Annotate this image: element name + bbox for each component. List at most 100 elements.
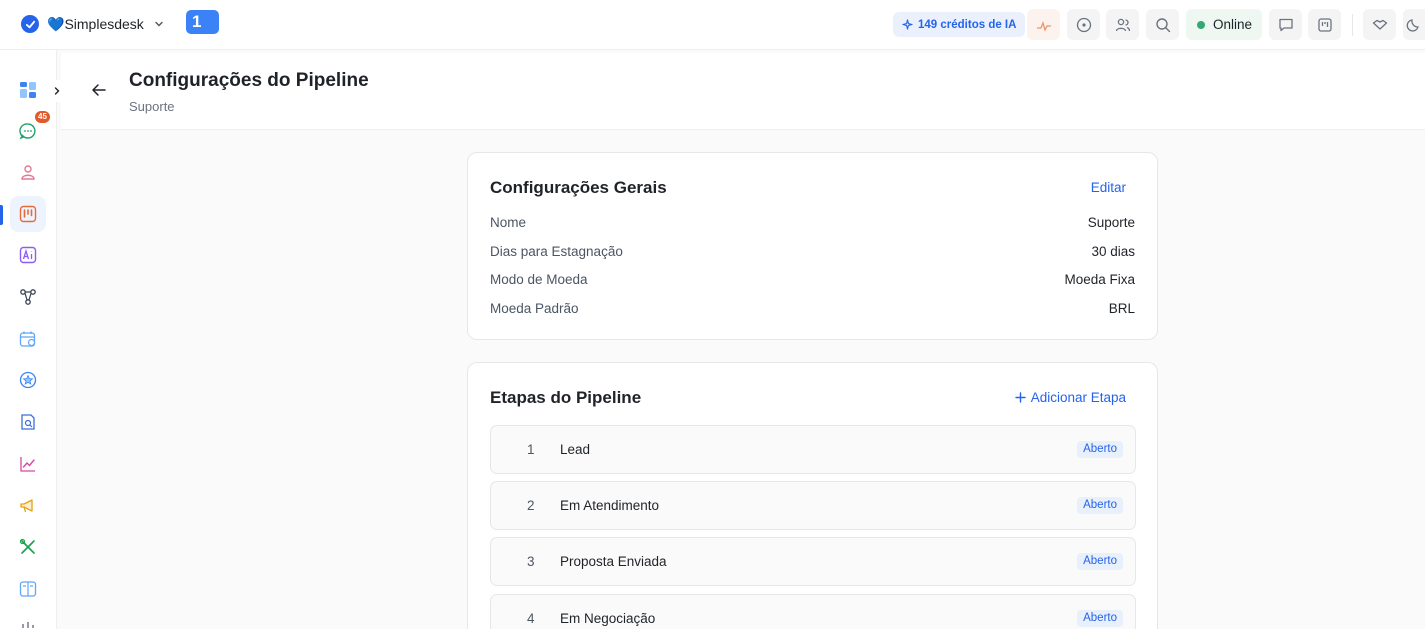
online-status-toggle[interactable]: Online (1186, 9, 1262, 40)
search-icon (1155, 17, 1170, 32)
stage-name: Em Negociação (560, 611, 656, 626)
stage-status-badge: Aberto (1077, 553, 1123, 570)
search-button[interactable] (1146, 9, 1179, 40)
handshake-icon (1372, 19, 1387, 30)
active-indicator (0, 205, 3, 225)
chevron-right-icon (54, 87, 60, 95)
stage-status-badge: Aberto (1077, 497, 1123, 514)
pulse-icon (1036, 20, 1051, 32)
stage-row[interactable]: 1 Lead Aberto (490, 425, 1136, 474)
kanban-icon (19, 205, 37, 223)
sidebar-item-analytics[interactable] (10, 446, 46, 482)
page-title: Configurações do Pipeline (129, 70, 369, 91)
sidebar: 45 (0, 50, 57, 629)
online-dot-icon (1197, 20, 1205, 29)
setting-value: Moeda Fixa (1064, 272, 1135, 287)
moon-icon (1406, 18, 1419, 32)
campaigns-icon (20, 499, 33, 513)
pipeline-stages-title: Etapas do Pipeline (490, 388, 642, 407)
general-settings-card: Configurações Gerais Editar Nome Suporte… (467, 152, 1158, 340)
stage-row[interactable]: 3 Proposta Enviada Aberto (490, 537, 1136, 586)
message-icon (1278, 18, 1293, 31)
board-icon (1317, 17, 1332, 32)
stage-number: 2 (527, 498, 535, 513)
plus-icon (1014, 392, 1026, 403)
add-stage-label: Adicionar Etapa (1030, 390, 1126, 405)
setting-label: Modo de Moeda (490, 272, 588, 287)
setting-row-currency-mode: Modo de Moeda Moeda Fixa (490, 272, 1135, 290)
setting-value: BRL (1108, 301, 1135, 316)
top-bar: 💙Simplesdesk 1 149 créditos de IA Online (0, 0, 1425, 50)
team-button[interactable] (1106, 9, 1139, 40)
ai-credits-button[interactable]: 149 créditos de IA (893, 12, 1026, 37)
stage-name: Lead (560, 442, 591, 457)
brand-logo-icon (21, 15, 39, 33)
edit-settings-button[interactable]: Editar (1091, 180, 1126, 195)
sidebar-expand-button[interactable] (48, 80, 66, 102)
topbar-divider (1352, 14, 1353, 36)
sidebar-item-contacts[interactable] (10, 154, 46, 190)
notification-chip[interactable]: 1 (186, 10, 219, 34)
page-subtitle: Suporte (129, 99, 175, 114)
back-arrow-icon[interactable] (89, 80, 109, 100)
status-button[interactable] (1067, 9, 1100, 40)
sidebar-item-flows[interactable] (10, 279, 46, 315)
setting-value: 30 dias (1091, 244, 1135, 259)
workspace-name: 💙Simplesdesk (47, 15, 144, 32)
integrations-button[interactable] (1363, 9, 1396, 40)
board-button[interactable] (1308, 9, 1341, 40)
stage-name: Em Atendimento (560, 498, 660, 513)
setting-label: Nome (490, 215, 527, 230)
stage-status-badge: Aberto (1077, 610, 1123, 627)
sidebar-item-schedule[interactable] (10, 321, 46, 357)
general-settings-title: Configurações Gerais (490, 178, 667, 197)
chevron-down-icon (155, 21, 163, 27)
workspace-switcher[interactable]: 💙Simplesdesk (21, 14, 166, 34)
sidebar-item-ai-assistant[interactable] (10, 237, 46, 273)
messages-button[interactable] (1269, 9, 1302, 40)
sidebar-item-docs[interactable] (10, 571, 46, 607)
sidebar-item-favorites[interactable] (10, 362, 46, 398)
dashboard-icon (20, 82, 36, 98)
more-icon (22, 622, 34, 628)
sidebar-item-dashboard[interactable] (10, 72, 46, 108)
flow-icon (20, 289, 36, 305)
analytics-icon (20, 457, 35, 472)
add-stage-button[interactable]: Adicionar Etapa (1014, 390, 1126, 405)
theme-button[interactable] (1403, 9, 1425, 40)
chat-unread-badge: 45 (35, 111, 50, 123)
sidebar-item-pipeline[interactable] (10, 196, 46, 232)
sidebar-item-more[interactable] (10, 610, 46, 629)
stage-number: 3 (527, 554, 535, 569)
stage-status-badge: Aberto (1077, 441, 1123, 458)
setting-row-default-currency: Moeda Padrão BRL (490, 301, 1135, 319)
reports-icon (21, 414, 35, 430)
activity-button[interactable] (1027, 9, 1060, 40)
schedule-icon (19, 331, 36, 347)
setting-row-name: Nome Suporte (490, 215, 1135, 233)
circle-dot-icon (1076, 17, 1091, 32)
stage-number: 4 (527, 611, 535, 626)
setting-row-stagnation-days: Dias para Estagnação 30 dias (490, 244, 1135, 262)
page-header: Configurações do Pipeline Suporte (61, 53, 1425, 130)
sidebar-item-campaigns[interactable] (10, 488, 46, 524)
setting-label: Dias para Estagnação (490, 244, 623, 259)
stage-name: Proposta Enviada (560, 554, 667, 569)
star-icon (19, 371, 37, 389)
sidebar-item-reports[interactable] (10, 404, 46, 440)
setting-value: Suporte (1087, 215, 1135, 230)
sparkle-icon (902, 19, 913, 30)
stage-row[interactable]: 2 Em Atendimento Aberto (490, 481, 1136, 530)
contacts-icon (21, 165, 35, 180)
stage-row[interactable]: 4 Em Negociação Aberto (490, 594, 1136, 629)
docs-icon (19, 581, 37, 597)
tools-icon (19, 538, 35, 554)
setting-label: Moeda Padrão (490, 301, 579, 316)
online-status-label: Online (1213, 17, 1253, 32)
pipeline-stages-card: Etapas do Pipeline Adicionar Etapa 1 Lea… (467, 362, 1158, 629)
ai-credits-label: 149 créditos de IA (918, 18, 1017, 31)
stage-number: 1 (527, 442, 535, 457)
sidebar-item-tools[interactable] (10, 529, 46, 565)
chat-icon (19, 123, 36, 140)
users-icon (1115, 18, 1130, 31)
